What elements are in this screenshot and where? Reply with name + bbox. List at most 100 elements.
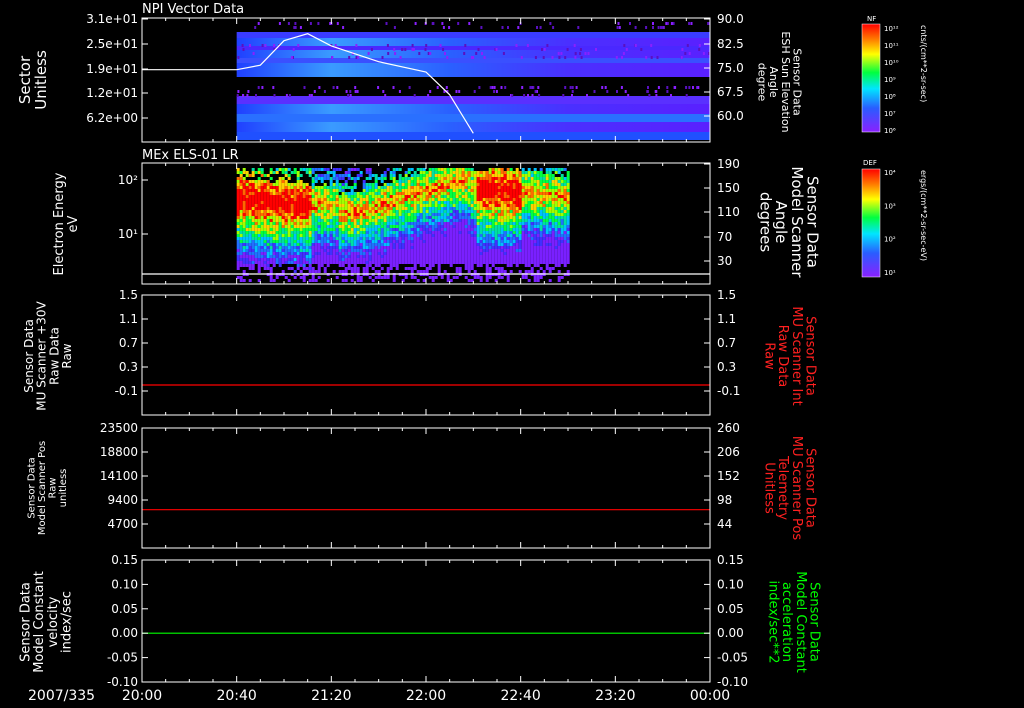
panel2-cell xyxy=(248,213,252,216)
panel2-cell xyxy=(542,222,546,225)
panel2-cell xyxy=(563,204,567,207)
panel2-cell xyxy=(392,168,396,171)
panel2-cell xyxy=(290,255,294,258)
panel2-cell xyxy=(263,249,267,252)
panel2-cell xyxy=(548,198,552,201)
panel2-cell xyxy=(428,198,432,201)
panel2-cell xyxy=(419,258,423,261)
panel2-cell xyxy=(470,171,474,174)
panel2-cell xyxy=(512,255,516,258)
panel2-cell xyxy=(560,210,564,213)
panel1-speckle xyxy=(645,26,648,29)
panel2-cell xyxy=(554,192,558,195)
panel2-cell xyxy=(470,177,474,180)
panel2-cell xyxy=(338,210,342,213)
panel2-cell xyxy=(425,237,429,240)
panel2-cell xyxy=(446,168,450,171)
panel2-cell xyxy=(533,186,537,189)
panel2-cell xyxy=(503,204,507,207)
panel2-cell xyxy=(302,204,306,207)
panel2-cell xyxy=(365,201,369,204)
panel2-cell xyxy=(389,228,393,231)
panel2-cell xyxy=(512,183,516,186)
panel2-cell xyxy=(524,189,528,192)
colorbar-tick-label: 10¹¹ xyxy=(884,42,899,50)
panel2-cell xyxy=(236,198,240,201)
panel2-cell xyxy=(245,216,249,219)
panel2-cell xyxy=(368,189,372,192)
panel2-cell xyxy=(536,249,540,252)
panel1-band xyxy=(236,104,710,114)
panel2-cell xyxy=(455,222,459,225)
panel2-cell xyxy=(308,249,312,252)
panel2-cell xyxy=(497,222,501,225)
panel2-cell xyxy=(410,195,414,198)
panel2-cell xyxy=(392,264,396,267)
panel2-cell xyxy=(449,219,453,222)
panel2-cell xyxy=(320,174,324,177)
panel2-cell xyxy=(557,177,561,180)
panel2-cell xyxy=(515,192,519,195)
panel2-cell xyxy=(527,177,531,180)
panel2-cell xyxy=(353,246,357,249)
panel2-cell xyxy=(545,228,549,231)
panel2-cell xyxy=(320,252,324,255)
panel2-cell xyxy=(341,174,345,177)
panel2-cell xyxy=(266,204,270,207)
panel2-cell xyxy=(416,192,420,195)
panel2-cell xyxy=(302,267,306,270)
panel2-cell xyxy=(428,228,432,231)
panel2-cell xyxy=(278,264,282,267)
panel2-cell xyxy=(260,231,264,234)
panel2-cell xyxy=(530,195,534,198)
panel2-cell xyxy=(311,279,315,282)
panel2-cell xyxy=(428,252,432,255)
panel1-speckle xyxy=(688,22,691,25)
panel2-cell xyxy=(320,264,324,267)
panel2-cell xyxy=(389,237,393,240)
panel2-cell xyxy=(293,222,297,225)
panel2-cell xyxy=(350,231,354,234)
panel2-cell xyxy=(515,243,519,246)
panel2-cell xyxy=(356,204,360,207)
panel2-cell xyxy=(545,249,549,252)
panel2-cell xyxy=(545,255,549,258)
panel2-cell xyxy=(302,258,306,261)
panel5-ytick-label: 0.00 xyxy=(111,626,138,640)
panel3-ylabel-line: Raw xyxy=(60,343,74,368)
panel1-speckle xyxy=(579,52,582,55)
panel2-cell xyxy=(365,249,369,252)
panel2-cell xyxy=(518,180,522,183)
panel2-cell xyxy=(431,225,435,228)
panel2-cell xyxy=(446,234,450,237)
panel2-cell xyxy=(425,171,429,174)
panel2-cell xyxy=(386,249,390,252)
panel2-cell xyxy=(308,222,312,225)
panel2-cell xyxy=(236,267,240,270)
panel1-speckle xyxy=(290,56,293,59)
panel2-cell xyxy=(428,222,432,225)
panel2-cell xyxy=(395,189,399,192)
panel2-cell xyxy=(482,189,486,192)
panel2-cell xyxy=(290,204,294,207)
panel2-cell xyxy=(281,252,285,255)
panel2-cell xyxy=(401,183,405,186)
panel2-cell xyxy=(317,270,321,273)
panel2-cell xyxy=(497,270,501,273)
panel2-cell xyxy=(320,231,324,234)
panel2-cell xyxy=(452,252,456,255)
panel2-cell xyxy=(494,201,498,204)
panel1-speckle xyxy=(313,90,316,93)
panel2-cell xyxy=(245,198,249,201)
panel2-cell xyxy=(254,186,258,189)
panel3-y2label: Sensor DataMU Scanner IntRaw DataRaw xyxy=(762,306,818,405)
panel2-cell xyxy=(260,249,264,252)
panel2-cell xyxy=(281,231,285,234)
panel2-cell xyxy=(431,222,435,225)
panel4-y2label-line: Unitless xyxy=(762,462,777,514)
panel1-speckle xyxy=(645,56,648,59)
panel2-cell xyxy=(449,189,453,192)
panel2-cell xyxy=(323,204,327,207)
panel2-cell xyxy=(287,243,291,246)
panel2-cell xyxy=(365,186,369,189)
